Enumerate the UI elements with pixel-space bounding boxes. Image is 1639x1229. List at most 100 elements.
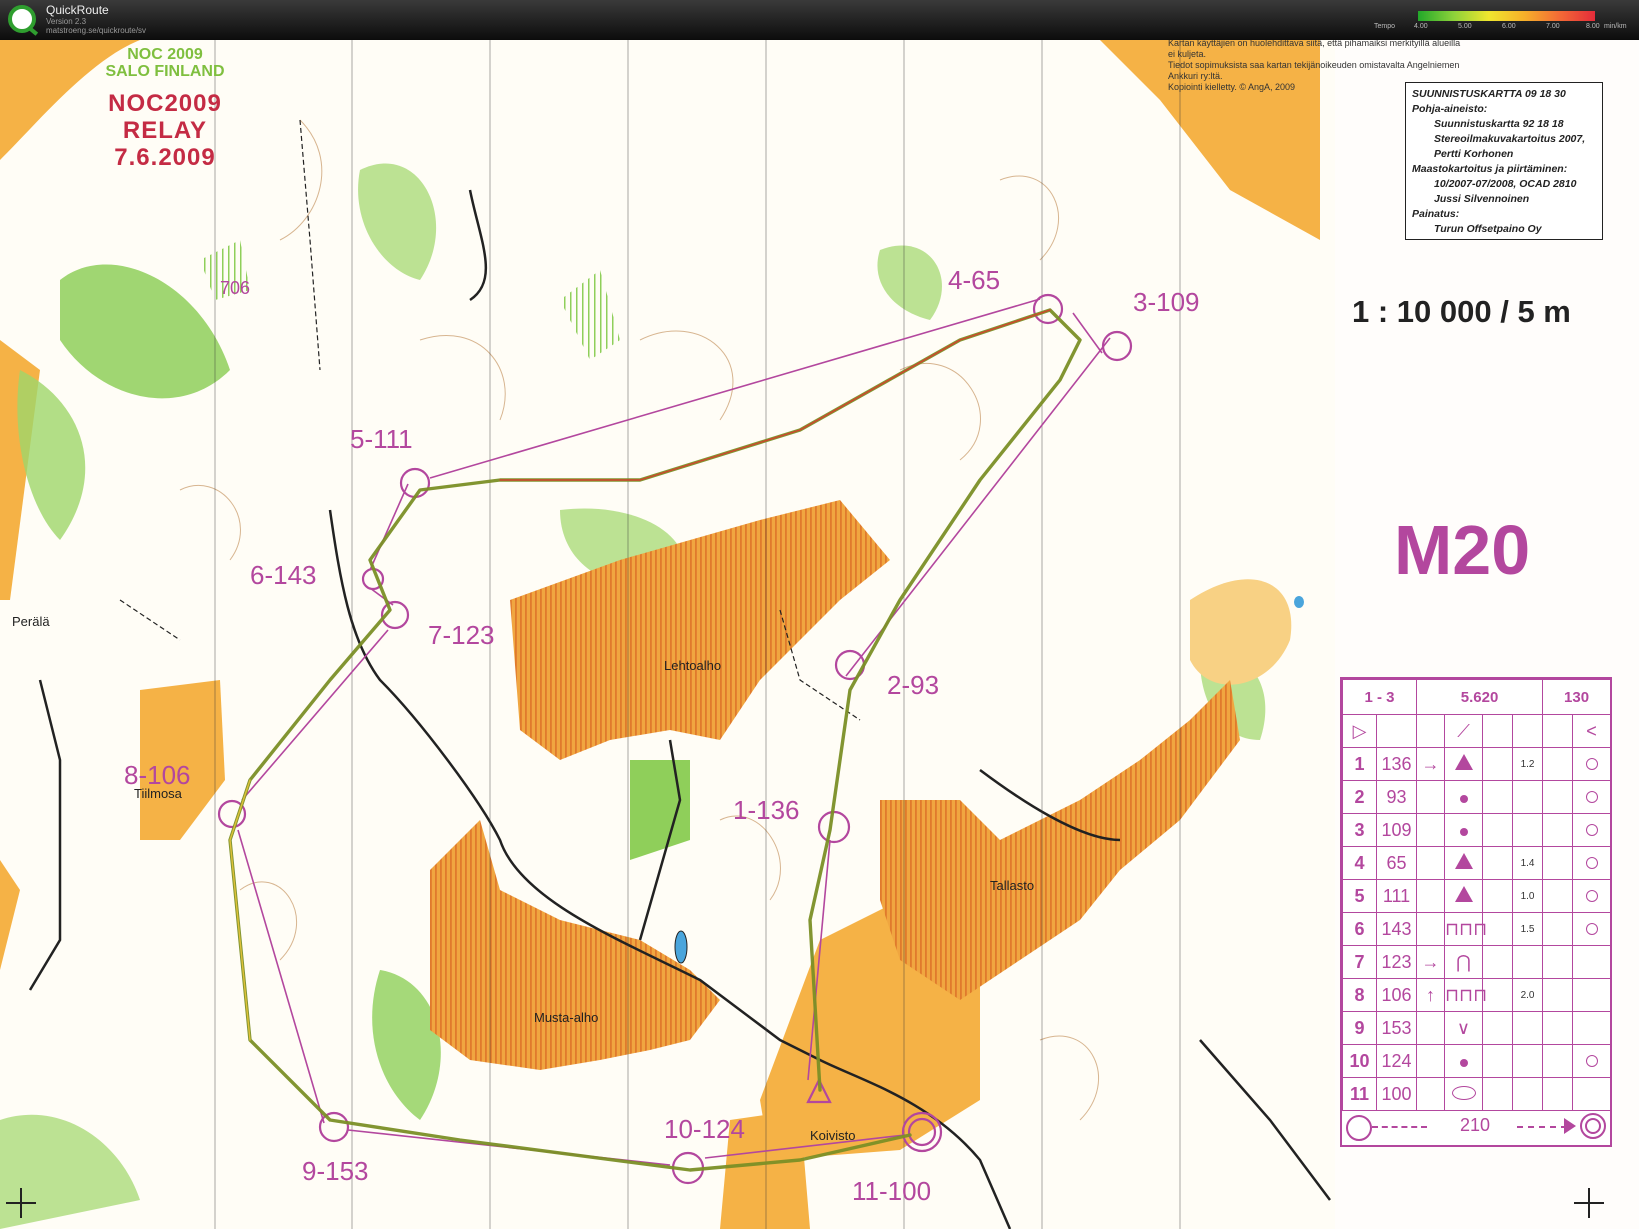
start-triangle-icon: ▷ <box>1342 714 1377 748</box>
desc-row: 8 106 ↑ ⊓⊓⊓ 2.0 <box>1342 978 1612 1012</box>
dot-icon <box>1444 1044 1484 1078</box>
ring-icon <box>1572 780 1612 814</box>
v-icon: ∨ <box>1444 1011 1484 1045</box>
tempo-tick: 5.00 <box>1458 23 1472 30</box>
desc-dir <box>1416 1011 1446 1045</box>
desc-row: 2 93 <box>1342 780 1612 814</box>
desc-dim <box>1512 1044 1544 1078</box>
knoll-icon: ⋂ <box>1444 945 1484 979</box>
desc-num: 8 <box>1342 978 1377 1012</box>
control-description-sheet: 1 - 3 5.620 130 ▷ ⟋ < 1 136 → 1.2 2 93 3 109 4 65… <box>1340 677 1612 1147</box>
ring-icon <box>1572 1044 1612 1078</box>
control-label-5: 5-111 <box>350 424 413 454</box>
desc-dir <box>1416 813 1446 847</box>
spot-height: 706 <box>220 278 251 298</box>
desc-code: 106 <box>1375 978 1418 1012</box>
place-name: Musta-alho <box>534 1010 599 1025</box>
desc-code: 136 <box>1375 747 1418 781</box>
desc-num: 2 <box>1342 780 1377 814</box>
place-name: Koivisto <box>810 1128 856 1143</box>
map-credits-box: SUUNNISTUSKARTTA 09 18 30 Pohja-aineisto… <box>1405 82 1603 240</box>
tri-icon <box>1444 879 1484 913</box>
crosshair-icon <box>1574 1188 1604 1218</box>
empty-cell <box>1572 1011 1612 1045</box>
desc-code: 124 <box>1375 1044 1418 1078</box>
desc-dim: 1.4 <box>1512 846 1544 880</box>
tempo-unit: min/km <box>1604 23 1627 30</box>
desc-dir <box>1416 846 1446 880</box>
tempo-tick: 8.00 <box>1586 23 1600 30</box>
desc-dim: 1.2 <box>1512 747 1544 781</box>
control-label-3: 3-109 <box>1133 287 1200 317</box>
dashed-line <box>1517 1126 1567 1128</box>
control-label-10: 10-124 <box>664 1114 745 1144</box>
desc-code: 93 <box>1375 780 1418 814</box>
desc-num: 10 <box>1342 1044 1377 1078</box>
desc-row: 1 136 → 1.2 <box>1342 747 1612 781</box>
desc-code: 111 <box>1375 879 1418 913</box>
wall-icon: ⊓⊓⊓ <box>1444 912 1487 946</box>
control-label-6: 6-143 <box>250 560 317 590</box>
dot-icon <box>1444 780 1484 814</box>
quickroute-logo-icon <box>8 5 36 33</box>
desc-row: 9 153 ∨ <box>1342 1011 1612 1045</box>
tempo-legend: Tempo 4.00 5.00 6.00 7.00 8.00 min/km <box>1374 4 1634 34</box>
event-title: NOC 2009 SALO FINLAND <box>105 46 225 80</box>
finish-circle-icon <box>1580 1113 1606 1139</box>
desc-dim: 1.5 <box>1512 912 1544 946</box>
desc-dim: 2.0 <box>1512 978 1544 1012</box>
control-label-1: 1-136 <box>733 795 800 825</box>
app-version: Version 2.3 <box>46 17 87 26</box>
desc-dir <box>1416 879 1446 913</box>
ring-icon <box>1572 813 1612 847</box>
map-scale: 1 : 10 000 / 5 m <box>1352 294 1571 329</box>
tri-icon <box>1444 747 1484 781</box>
arrow-right-icon <box>1564 1118 1576 1134</box>
desc-dim <box>1512 1077 1544 1111</box>
tempo-tick: 6.00 <box>1502 23 1516 30</box>
desc-row: 6 143 ⊓⊓⊓ 1.5 <box>1342 912 1612 946</box>
desc-dir: ↑ <box>1416 978 1446 1012</box>
desc-code: 109 <box>1375 813 1418 847</box>
wall-icon: ⊓⊓⊓ <box>1444 978 1487 1012</box>
empty-cell <box>1572 1077 1612 1111</box>
desc-num: 7 <box>1342 945 1377 979</box>
chevron-left-icon: < <box>1572 714 1612 748</box>
relay-title: NOC2009 RELAY 7.6.2009 <box>108 90 222 171</box>
desc-code: 123 <box>1375 945 1418 979</box>
desc-dim <box>1512 780 1544 814</box>
desc-num: 9 <box>1342 1011 1377 1045</box>
desc-code: 65 <box>1375 846 1418 880</box>
ring-icon <box>1572 912 1612 946</box>
desc-class: 1 - 3 <box>1341 679 1418 715</box>
desc-row: 10 124 <box>1342 1044 1612 1078</box>
desc-climb: 130 <box>1542 679 1612 715</box>
title-bar: QuickRoute Version 2.3 matstroeng.se/qui… <box>0 0 1639 41</box>
control-label-8: 8-106 <box>124 760 191 790</box>
tempo-color-bar <box>1418 11 1595 21</box>
desc-dim <box>1512 1011 1544 1045</box>
control-label-9: 9-153 <box>302 1156 369 1186</box>
desc-code: 100 <box>1375 1077 1418 1111</box>
control-label-2: 2-93 <box>887 670 940 700</box>
empty-cell <box>1572 978 1612 1012</box>
desc-dir <box>1416 912 1446 946</box>
app-name: QuickRoute <box>46 3 109 17</box>
desc-row: 4 65 1.4 <box>1342 846 1612 880</box>
desc-row: 7 123 → ⋂ <box>1342 945 1612 979</box>
desc-length: 5.620 <box>1416 679 1544 715</box>
place-name: Perälä <box>12 614 50 629</box>
control-label-11: 11-100 <box>852 1176 932 1206</box>
ring-icon <box>1572 747 1612 781</box>
tri-icon <box>1444 846 1484 880</box>
orienteering-map[interactable]: NOC 2009 SALO FINLAND NOC2009 RELAY 7.6.… <box>0 40 1639 1229</box>
desc-dir <box>1416 1044 1446 1078</box>
course-name: M20 <box>1394 511 1531 589</box>
desc-dim: 1.0 <box>1512 879 1544 913</box>
crosshair-icon <box>6 1188 36 1218</box>
tempo-label: Tempo <box>1374 23 1396 30</box>
app-url[interactable]: matstroeng.se/quickroute/sv <box>46 26 146 35</box>
desc-row: 3 109 <box>1342 813 1612 847</box>
desc-dir <box>1416 780 1446 814</box>
desc-num: 1 <box>1342 747 1377 781</box>
